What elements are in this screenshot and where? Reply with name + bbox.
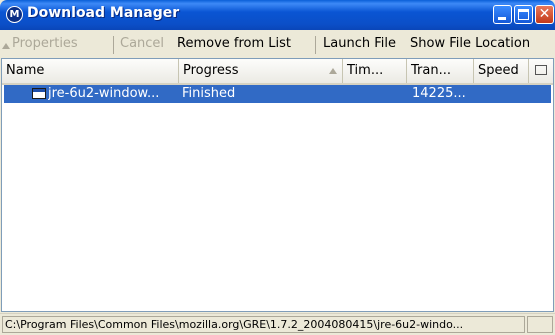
row-time	[346, 85, 406, 103]
minimize-button[interactable]	[493, 5, 512, 24]
column-picker-icon[interactable]	[535, 65, 547, 75]
toolbar-separator	[315, 36, 316, 54]
status-path: C:\Program Files\Common Files\mozilla.or…	[2, 316, 525, 333]
status-panel-secondary	[527, 316, 553, 333]
column-header-progress[interactable]: Progress	[179, 59, 343, 83]
minimize-icon	[498, 17, 506, 20]
remove-from-list-button[interactable]: Remove from List	[177, 36, 291, 51]
toolbar-separator	[113, 36, 114, 54]
properties-button[interactable]: Properties	[12, 36, 78, 51]
list-header: Name Progress Tim... Tran... Speed	[2, 59, 553, 85]
toolbar: Properties Cancel Remove from List Launc…	[0, 30, 555, 58]
status-bar: C:\Program Files\Common Files\mozilla.or…	[0, 313, 555, 335]
row-progress: Finished	[182, 86, 236, 101]
table-row[interactable]: jre-6u2-window... Finished 14225...	[4, 85, 551, 103]
column-header-name[interactable]: Name	[2, 59, 179, 83]
column-header-speed[interactable]: Speed	[474, 59, 529, 83]
show-file-location-button[interactable]: Show File Location	[410, 36, 530, 51]
window-title: Download Manager	[27, 5, 180, 21]
row-speed	[478, 85, 530, 103]
row-transferred: 14225...	[412, 86, 466, 101]
cancel-button[interactable]: Cancel	[120, 36, 164, 51]
title-bar[interactable]: M Download Manager ✕	[0, 0, 555, 30]
maximize-icon	[518, 9, 529, 20]
row-name: jre-6u2-window...	[48, 86, 160, 101]
maximize-button[interactable]	[514, 5, 533, 24]
file-icon	[32, 88, 46, 99]
column-header-time[interactable]: Tim...	[343, 59, 407, 83]
sort-ascending-icon	[329, 68, 337, 74]
mozilla-icon[interactable]: M	[6, 6, 23, 23]
close-button[interactable]: ✕	[535, 5, 554, 24]
close-icon: ✕	[538, 6, 551, 22]
column-header-transferred[interactable]: Tran...	[407, 59, 474, 83]
toolbar-arrow-icon	[2, 43, 10, 49]
downloads-list[interactable]: Name Progress Tim... Tran... Speed jre-6…	[1, 58, 554, 312]
launch-file-button[interactable]: Launch File	[323, 36, 396, 51]
